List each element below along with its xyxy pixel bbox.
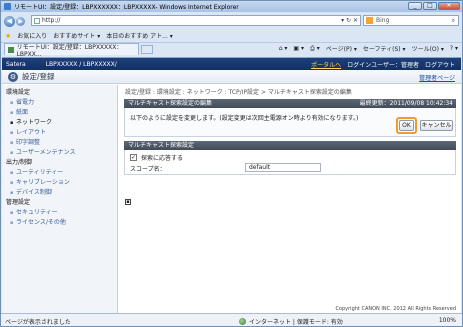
forward-button[interactable]: ▶ [16,16,25,26]
respond-checkbox-label: 探索に応答する [141,155,184,162]
brand-links: ポータルへ ログインユーザー：管理者 ログアウト [311,60,455,69]
navigation-bar: ◀ ▶ http:// ▾ ↻ ✕ Bing ⌕ [1,13,462,29]
web-slice-button[interactable]: 本日のおすすめ アト... ▾ [106,31,173,40]
safety-menu[interactable]: セーフティ(S) ▾ [363,44,406,53]
search-provider: Bing [376,17,390,24]
sidebar: 環境設定 省電力 紙面 ネットワーク レイアウト 印字調整 ユーザーメンテナンス… [2,85,118,313]
cancel-button[interactable]: キャンセル [420,120,453,131]
sidebar-item-layout[interactable]: レイアウト [2,128,117,138]
ie-icon [4,3,11,10]
sidebar-group-output: 出力/制御 [6,159,33,166]
scope-name-field[interactable]: default [245,163,321,172]
settings-gear-icon: ⚙ [8,71,18,82]
sidebar-item-maintenance[interactable]: ユーザーメンテナンス [2,148,117,158]
command-bar: ⌂ ▾ ▣ ▾ ⎙ ▾ ページ(P) ▾ セーフティ(S) ▾ ツール(O) ▾… [279,44,458,54]
scope-name-label: スコープ名： [130,166,166,173]
search-icon[interactable]: ⌕ [452,17,455,25]
suggested-sites-button[interactable]: おすすめサイト ▾ [53,31,100,40]
sidebar-item-network[interactable]: ネットワーク [2,118,117,128]
sidebar-group-admin: 管理設定 [6,199,31,206]
print-icon[interactable]: ⎙ ▾ [310,45,320,53]
logout-link[interactable]: ログアウト [425,60,455,69]
status-text: ページが表示されました [5,319,71,326]
copyright: Copyright CANON INC. 2012 All Rights Res… [335,306,456,312]
window-controls: _ □ ✕ [408,2,460,10]
page-title: 設定/登録 [22,72,55,81]
favorites-button[interactable]: お気に入り [17,31,47,40]
close-button[interactable]: ✕ [438,2,460,10]
globe-icon [239,318,246,325]
section-title: マルチキャスト探索設定の編集 [128,100,213,107]
settings-header: マルチキャスト探索設定 [124,141,456,150]
maximize-button[interactable]: □ [423,2,437,10]
tab-remote-ui[interactable]: リモートUI：設定/登録：LBPXXXXX：LBPXX... [4,43,139,58]
sidebar-group-env: 環境設定 [6,89,31,96]
ok-button[interactable]: OK [399,120,414,131]
last-updated: 最終更新：2011/09/08 10:42:34 [359,100,453,107]
sidebar-item-paper[interactable]: 紙面 [2,108,117,118]
sidebar-item-license[interactable]: ライセンス/その他 [2,218,117,228]
home-icon[interactable]: ⌂ ▾ [279,45,288,52]
sidebar-item-utility[interactable]: ユーティリティー [2,168,117,178]
bing-icon [366,17,373,24]
security-zone: インターネット | 保護モード: 有効 [239,317,343,326]
page-icon [34,17,40,24]
sidebar-item-calibration[interactable]: キャリブレーション [2,178,117,188]
page-header: ⚙ 設定/登録 管理者ページ [2,70,461,84]
login-user: ログインユーザー：管理者 [347,62,419,69]
collapse-icon[interactable]: ▪ [125,199,131,205]
zone-text: インターネット | 保護モード: 有効 [249,319,343,326]
search-box[interactable]: Bing ⌕ [363,15,459,26]
sidebar-item-device-control[interactable]: デバイス制御 [2,188,117,198]
confirm-message: 以下のように設定を変更します。(設定変更は次回主電源オン時より有効になります。) [130,115,359,122]
tab-favicon [8,46,14,53]
page-menu[interactable]: ページ(P) ▾ [326,44,357,53]
minimize-button[interactable]: _ [408,2,422,10]
main-content: 設定/登録 : 環境設定 : ネットワーク : TCP/IP設定 > マルチキャ… [121,85,459,313]
tab-label: リモートUI：設定/登録：LBPXXXXX：LBPXX... [16,43,123,58]
respond-checkbox[interactable]: ✓ [130,154,137,161]
admin-page-link[interactable]: 管理者ページ [419,73,455,82]
back-button[interactable]: ◀ [4,15,15,27]
brand-bar: Satera LBPXXXXX / LBPXXXXX/ ポータルへ ログインユー… [2,58,461,70]
refresh-stop-icons[interactable]: ▾ ↻ ✕ [341,17,358,24]
confirm-panel: 以下のように設定を変更します。(設定変更は次回主電源オン時より有効になります。)… [124,108,456,137]
status-bar: ページが表示されました インターネット | 保護モード: 有効 100% [1,313,462,326]
favorites-star-icon: ★ [5,31,12,40]
tools-menu[interactable]: ツール(O) ▾ [412,44,444,53]
section-header: マルチキャスト探索設定の編集 最終更新：2011/09/08 10:42:34 [124,99,456,108]
address-url: http:// [42,17,61,24]
title-bar: リモートUI：設定/登録：LBPXXXXXX：LBPXXXXX- Windows… [1,1,462,12]
zoom-level[interactable]: 100% [439,317,456,324]
sidebar-item-print-adjust[interactable]: 印字調整 [2,138,117,148]
settings-panel: ✓ 探索に応答する スコープ名： default [124,150,456,175]
new-tab-button[interactable] [141,44,153,54]
sidebar-item-security[interactable]: セキュリティー [2,208,117,218]
portal-link[interactable]: ポータルへ [311,60,341,69]
device-name: LBPXXXXX / LBPXXXXX/ [45,60,117,68]
breadcrumb: 設定/登録 : 環境設定 : ネットワーク : TCP/IP設定 > マルチキャ… [125,89,352,96]
sidebar-item-power[interactable]: 省電力 [2,98,117,108]
browser-window: リモートUI：設定/登録：LBPXXXXXX：LBPXXXXX- Windows… [0,0,463,327]
favorites-bar: ★ お気に入り おすすめサイト ▾ 本日のおすすめ アト... ▾ [1,30,462,41]
help-icon[interactable]: ? ▾ [450,45,458,52]
feeds-icon[interactable]: ▣ ▾ [293,45,304,52]
web-page: Satera LBPXXXXX / LBPXXXXX/ ポータルへ ログインユー… [2,57,461,313]
address-bar[interactable]: http:// ▾ ↻ ✕ [31,15,361,26]
brand-name: Satera [6,60,26,68]
window-title: リモートUI：設定/登録：LBPXXXXXX：LBPXXXXX- Windows… [14,4,239,11]
